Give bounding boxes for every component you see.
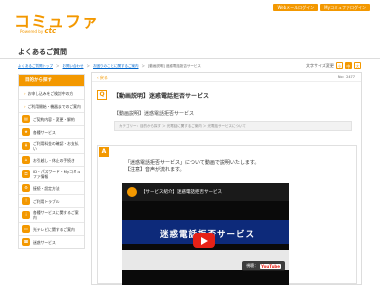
webmail-login-button[interactable]: Webメールログイン — [273, 4, 319, 11]
sidebar-item-id-password[interactable]: ⚿ ID・パスワード・Myコミュファ情報 — [19, 166, 84, 181]
watch-on-label: 視聴： — [246, 263, 259, 268]
breadcrumb-link-inquiry[interactable]: お問い合わせ — [63, 64, 84, 69]
question-badge: Q — [97, 90, 107, 100]
settings-icon: ⚙ — [22, 184, 30, 192]
sidebar-item-connection[interactable]: ⚙ 接続・設定方法 — [19, 181, 84, 194]
font-size-label: 文字サイズ変更 — [306, 62, 334, 68]
sidebar-item-consideration[interactable]: › お申し込みをご検討中の方 — [19, 86, 84, 99]
sidebar-item-tv[interactable]: ▭ 光テレビに関するご案内 — [19, 222, 84, 235]
faq-article: ‹ 戻る No：2477 Q 【動画説明】迷惑電話拒否サービス 【動画説明】迷惑… — [91, 72, 362, 285]
chevron-right-icon: › — [24, 90, 26, 96]
breadcrumb-sep-icon: ＞ — [141, 64, 146, 68]
sidebar-item-label: ご契約内容・変更・解約 — [33, 116, 75, 122]
sidebar: 目的から探す › お申し込みをご検討中の方 › ご利用開始・機器までのご案内 ▤ ご契… — [18, 74, 85, 249]
sidebar-item-billing[interactable]: ¥ ご利用料金の確認・お支払い — [19, 138, 84, 153]
watch-on-youtube-button[interactable]: 視聴： YouTube — [242, 261, 285, 271]
logo-sub-prefix: Powered by — [20, 29, 44, 34]
video-title[interactable]: 【サービス紹介】迷惑電話拒否サービス — [141, 189, 222, 195]
video-title-bar: 【サービス紹介】迷惑電話拒否サービス — [122, 183, 289, 201]
breadcrumb-link-home[interactable]: よくあるご質問トップ — [18, 64, 53, 69]
page-title: よくあるご質問 — [18, 48, 67, 56]
video-thumbnail-banner: 迷惑電話拒否サービス — [122, 220, 289, 248]
sidebar-item-start[interactable]: › ご利用開始・機器までのご案内 — [19, 99, 84, 112]
chevron-right-icon: › — [24, 103, 26, 109]
sidebar-item-label: 迷惑サービス — [33, 239, 56, 245]
font-size-medium-button[interactable]: 中 — [344, 62, 352, 69]
key-icon: ⚿ — [22, 170, 30, 178]
article-toolbar: ‹ 戻る No：2477 — [92, 73, 361, 82]
sidebar-item-moving[interactable]: ⌂ お引越し・休止の手続き — [19, 153, 84, 166]
font-size-control: 文字サイズ変更 小 中 大 — [306, 62, 361, 69]
question-subtitle: 【動画説明】迷惑電話拒否サービス — [114, 111, 195, 117]
sidebar-item-label: 各種サービス — [33, 129, 56, 135]
mycommufa-login-button[interactable]: Myコミュファログイン — [320, 4, 370, 11]
document-icon: ▤ — [22, 115, 30, 123]
sidebar-item-label: 光テレビに関するご案内 — [33, 226, 75, 232]
youtube-logo-icon: YouTube — [260, 263, 281, 269]
warning-icon: ! — [22, 197, 30, 205]
answer-line-2: 【注意】音声が流れます。 — [125, 167, 185, 173]
phone-icon: ☎ — [22, 238, 30, 246]
sidebar-item-label: お申し込みをご検討中の方 — [27, 90, 74, 96]
breadcrumb: よくあるご質問トップ ＞ お問い合わせ ＞ お困りのことに関するご案内 ＞ [動… — [18, 64, 201, 69]
sidebar-item-label: お引越し・休止の手続き — [33, 157, 75, 163]
sidebar-item-service-info[interactable]: i 各種サービスに関するご案内 — [19, 207, 84, 222]
sidebar-item-label: 各種サービスに関するご案内 — [33, 210, 79, 220]
breadcrumb-sep-icon: ＞ — [56, 64, 60, 68]
service-icon: ★ — [22, 128, 30, 136]
breadcrumb-current: [動画説明] 迷惑電話拒否サービス — [148, 64, 201, 68]
sidebar-item-label: 接続・設定方法 — [33, 185, 60, 191]
header-buttons: Webメールログイン Myコミュファログイン — [273, 4, 370, 11]
article-number: No：2477 — [337, 75, 355, 79]
youtube-video-embed[interactable]: 【サービス紹介】迷惑電話拒否サービス 迷惑電話拒否サービス 視聴： YouTub… — [122, 183, 289, 285]
title-divider — [0, 58, 380, 59]
answer-line-1: 「迷惑電話拒否サービス」について動画で説明いたします。 — [125, 160, 260, 166]
site-header: コミュファ Powered by ctc Webメールログイン Myコミュファロ… — [0, 0, 380, 42]
question-title: 【動画説明】迷惑電話拒否サービス — [113, 92, 210, 100]
yen-icon: ¥ — [22, 142, 30, 150]
answer-badge: A — [99, 147, 109, 157]
back-label: 戻る — [99, 75, 108, 80]
sidebar-item-nuisance[interactable]: ☎ 迷惑サービス — [19, 235, 84, 248]
sidebar-item-label: ID・パスワード・Myコミュファ情報 — [33, 169, 81, 179]
sidebar-header: 目的から探す — [19, 75, 84, 86]
breadcrumb-link-trouble[interactable]: お困りのことに関するご案内 — [93, 64, 139, 69]
sidebar-item-trouble[interactable]: ! ご利用トラブル — [19, 194, 84, 207]
breadcrumb-sep-icon: ＞ — [86, 64, 91, 68]
sidebar-item-label: ご利用トラブル — [33, 198, 60, 204]
brand-logo-sub: Powered by ctc — [20, 27, 56, 35]
sidebar-item-label: ご利用料金の確認・お支払い — [33, 141, 79, 151]
back-link[interactable]: ‹ 戻る — [97, 75, 108, 80]
font-size-large-button[interactable]: 大 — [353, 62, 361, 69]
house-icon: ⌂ — [22, 156, 30, 164]
question-row: Q 【動画説明】迷惑電話拒否サービス — [97, 90, 209, 100]
tv-icon: ▭ — [22, 225, 30, 233]
category-path: カテゴリー：目的から探す ＞ 光電話に関するご案内 ＞ 光電話サービスについて — [114, 121, 352, 131]
channel-avatar-icon[interactable] — [127, 187, 137, 197]
sidebar-item-services[interactable]: ★ 各種サービス — [19, 125, 84, 138]
sidebar-item-contract[interactable]: ▤ ご契約内容・変更・解約 — [19, 112, 84, 125]
logo-sub-brand: ctc — [44, 27, 57, 35]
info-icon: i — [22, 211, 30, 219]
answer-text: 「迷惑電話拒否サービス」について動画で説明いたします。 【注意】音声が流れます。 — [125, 160, 259, 174]
sidebar-item-label: ご利用開始・機器までのご案内 — [27, 103, 81, 109]
font-size-small-button[interactable]: 小 — [335, 62, 343, 69]
play-button-icon[interactable] — [193, 233, 215, 248]
answer-box: A 「迷惑電話拒否サービス」について動画で説明いたします。 【注意】音声が流れま… — [97, 145, 357, 285]
